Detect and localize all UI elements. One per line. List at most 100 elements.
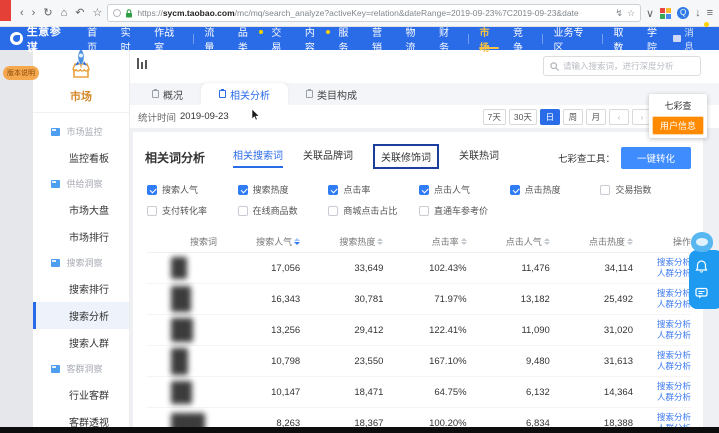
search-analysis-link[interactable]: 搜索分析 xyxy=(633,350,691,361)
sidebar-item[interactable]: 市场大盘 xyxy=(33,196,129,223)
bookmark-icon[interactable]: ☆ xyxy=(92,3,102,23)
keyword-search-box[interactable] xyxy=(543,56,701,76)
metric-checkbox[interactable]: 点击人气 xyxy=(419,183,510,196)
top-nav-item[interactable]: 内容 xyxy=(298,27,332,50)
sidebar-item[interactable]: 搜索洞察 xyxy=(33,250,129,275)
version-note-badge[interactable]: 版本说明 xyxy=(3,66,39,80)
period-button[interactable]: ‹ xyxy=(609,109,629,125)
site-info-icon[interactable] xyxy=(113,9,121,17)
top-nav-item[interactable]: 流量 xyxy=(197,27,231,50)
sidebar-item[interactable]: 行业客群 xyxy=(33,381,129,408)
related-word-tab[interactable]: 关联修饰词 xyxy=(373,144,439,169)
top-nav-item[interactable]: 市场 xyxy=(472,27,506,50)
sidebar-item[interactable]: 搜索排行 xyxy=(33,275,129,302)
top-nav-item[interactable]: 作战室 xyxy=(147,27,190,50)
metric-checkbox[interactable]: 点击热度 xyxy=(510,183,601,196)
top-nav-item[interactable]: 取数 xyxy=(606,27,640,50)
crowd-analysis-link[interactable]: 人群分析 xyxy=(633,299,691,310)
history-icon[interactable]: ↶ xyxy=(75,3,84,23)
search-analysis-link[interactable]: 搜索分析 xyxy=(633,288,691,299)
top-nav-item[interactable]: 营销 xyxy=(365,27,399,50)
top-nav-item[interactable]: 学院 xyxy=(640,27,674,50)
related-word-tabs: 相关搜索词 关联品牌词 关联修饰词 关联热词 xyxy=(233,144,499,171)
metric-checkbox[interactable]: 商城点击占比 xyxy=(328,204,419,217)
assistant-mascot-icon[interactable] xyxy=(691,232,713,252)
censored-keyword xyxy=(147,257,217,279)
search-analysis-link[interactable]: 搜索分析 xyxy=(633,257,691,268)
qq-extension-icon[interactable]: Q xyxy=(677,7,689,19)
top-nav-item[interactable]: 实时 xyxy=(114,27,148,50)
top-nav-item[interactable]: 物流 xyxy=(398,27,432,50)
sidebar-item[interactable]: 搜索分析 xyxy=(33,302,129,329)
qicai-button[interactable]: 七彩查 xyxy=(652,97,704,114)
metric-checkbox[interactable]: 搜索人气 xyxy=(147,183,238,196)
crowd-analysis-link[interactable]: 人群分析 xyxy=(633,392,691,403)
table-header-cell[interactable]: 点击热度 xyxy=(550,235,633,248)
sidebar-item[interactable]: 客群洞察 xyxy=(33,356,129,381)
messages-entry[interactable]: 消息 xyxy=(673,25,709,53)
page-tab[interactable]: 相关分析 xyxy=(201,83,288,105)
forward-icon[interactable]: › xyxy=(32,3,36,23)
search-analysis-link[interactable]: 搜索分析 xyxy=(633,412,691,423)
favorite-star-icon[interactable]: ☆ xyxy=(627,8,635,19)
checkbox-icon xyxy=(328,206,338,216)
bell-icon[interactable] xyxy=(695,260,708,273)
crowd-analysis-link[interactable]: 人群分析 xyxy=(633,268,691,279)
menu-icon[interactable]: ≡ xyxy=(707,7,713,19)
urlbar-dropdown-icon[interactable]: ∨ xyxy=(646,7,654,20)
search-input[interactable] xyxy=(563,61,694,71)
table-header-cell[interactable]: 搜索词 xyxy=(147,235,217,248)
app-top-nav: 生意参谋 首页 实时 作战室 流量 xyxy=(0,27,719,50)
search-analysis-link[interactable]: 搜索分析 xyxy=(633,319,691,330)
crowd-analysis-link[interactable]: 人群分析 xyxy=(633,361,691,372)
sidebar-item[interactable]: 供给洞察 xyxy=(33,171,129,196)
top-nav-item[interactable]: 服务 xyxy=(331,27,365,50)
related-word-tab[interactable]: 相关搜索词 xyxy=(233,147,283,168)
metric-checkbox[interactable]: 在线商品数 xyxy=(238,204,329,217)
download-icon[interactable]: ↓ xyxy=(695,7,701,19)
table-header-cell[interactable]: 搜索人气 xyxy=(217,235,300,248)
period-button[interactable]: 30天 xyxy=(509,109,537,125)
table-header-cell[interactable]: 点击人气 xyxy=(467,235,550,248)
period-button[interactable]: 周 xyxy=(563,109,583,125)
related-word-tab[interactable]: 关联热词 xyxy=(459,147,499,168)
home-icon[interactable]: ⌂ xyxy=(61,3,68,23)
flash-plugin-icon[interactable]: ↯ xyxy=(615,8,623,19)
search-analysis-link[interactable]: 搜索分析 xyxy=(633,381,691,392)
user-info-button[interactable]: 用户信息 xyxy=(652,116,704,135)
top-nav-item[interactable]: 财务 xyxy=(432,27,466,50)
table-header-cell[interactable]: 点击率 xyxy=(383,235,466,248)
table-header-cell[interactable]: 搜索热度 xyxy=(300,235,383,248)
top-nav-item[interactable]: 首页 xyxy=(80,27,114,50)
period-button[interactable]: 月 xyxy=(586,109,606,125)
address-bar[interactable]: https://sycm.taobao.com/mc/mq/search_ana… xyxy=(107,4,641,22)
extension-grid-icon[interactable] xyxy=(660,8,671,19)
sidebar-item[interactable]: 市场监控 xyxy=(33,119,129,144)
sidebar-item[interactable]: 市场排行 xyxy=(33,223,129,250)
metric-checkbox[interactable]: 直通车参考价 xyxy=(419,204,510,217)
page-tab[interactable]: 类目构成 xyxy=(288,83,375,105)
sidebar-module-title: 市场 xyxy=(33,88,129,104)
crowd-analysis-link[interactable]: 人群分析 xyxy=(633,330,691,341)
chat-icon[interactable] xyxy=(695,287,708,299)
top-nav-item[interactable]: 品类 xyxy=(231,27,265,50)
metric-checkbox[interactable]: 搜索热度 xyxy=(238,183,329,196)
tab-doc-icon xyxy=(219,90,226,98)
top-nav-item[interactable]: 业务专区 xyxy=(546,27,599,50)
top-nav-item[interactable]: 交易 xyxy=(264,27,298,50)
period-button[interactable]: 7天 xyxy=(483,109,506,125)
sidebar-item[interactable]: 监控看板 xyxy=(33,144,129,171)
top-nav-item[interactable]: 竞争 xyxy=(506,27,540,50)
metric-checkbox[interactable]: 交易指数 xyxy=(600,183,691,196)
related-word-tab[interactable]: 关联品牌词 xyxy=(303,147,353,168)
back-icon[interactable]: ‹ xyxy=(20,3,24,23)
metric-checkbox[interactable]: 支付转化率 xyxy=(147,204,238,217)
page-tab[interactable]: 概况 xyxy=(134,83,201,105)
app-logo[interactable]: 生意参谋 xyxy=(10,23,72,55)
refresh-icon[interactable]: ↻ xyxy=(43,3,52,23)
table-header-cell[interactable]: 操作 xyxy=(633,235,691,248)
metric-checkbox[interactable]: 点击率 xyxy=(328,183,419,196)
sidebar-item[interactable]: 搜索人群 xyxy=(33,329,129,356)
period-button[interactable]: 日 xyxy=(540,109,560,125)
one-click-convert-button[interactable]: 一键转化 xyxy=(621,147,691,169)
